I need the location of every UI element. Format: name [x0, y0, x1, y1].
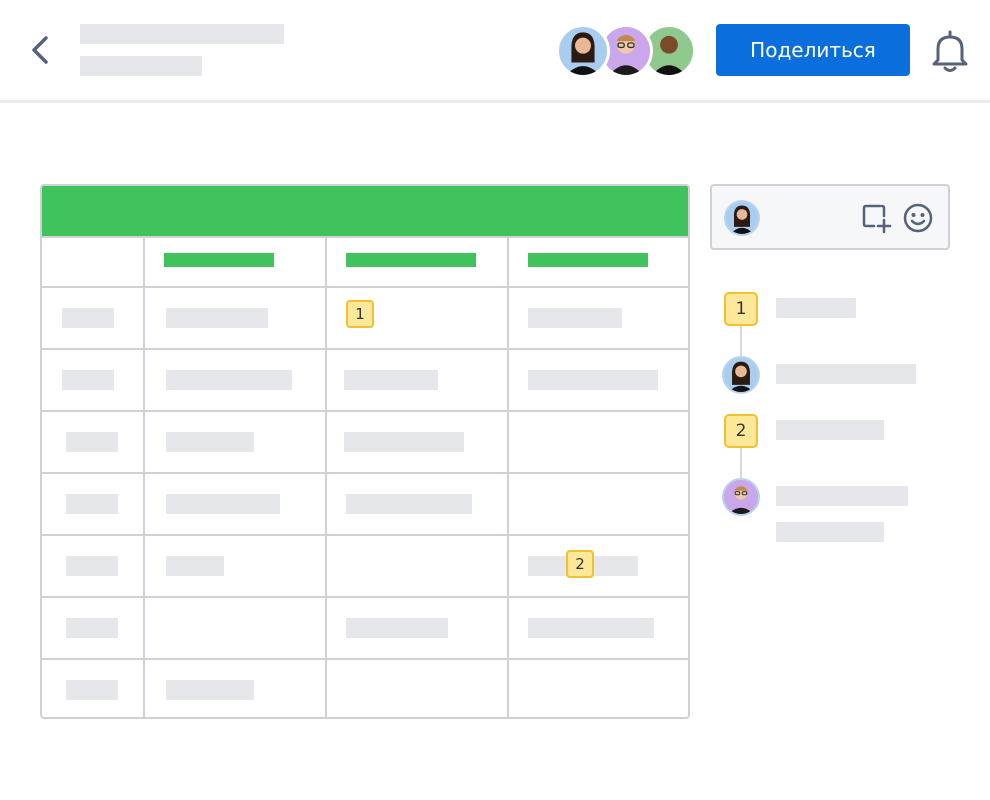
column-header[interactable]	[164, 253, 274, 267]
cell-placeholder[interactable]	[528, 308, 622, 328]
avatar[interactable]	[722, 478, 760, 516]
cell-placeholder[interactable]	[166, 370, 292, 390]
add-comment-icon[interactable]	[860, 202, 892, 234]
comment-text-placeholder	[776, 420, 884, 440]
collaborator-avatars[interactable]	[556, 24, 696, 78]
thread-marker[interactable]: 1	[724, 292, 758, 326]
emoji-icon[interactable]	[902, 202, 934, 234]
comment-text-placeholder	[776, 486, 908, 506]
grid-line	[42, 410, 688, 412]
share-button[interactable]: Поделиться	[716, 24, 910, 76]
cell-placeholder[interactable]	[66, 556, 118, 576]
comment-text-placeholder	[776, 522, 884, 542]
grid-line	[42, 658, 688, 660]
cell-placeholder[interactable]	[66, 494, 118, 514]
grid-line	[143, 238, 145, 717]
spreadsheet[interactable]: 1 2	[40, 184, 690, 719]
thread-marker[interactable]: 2	[724, 414, 758, 448]
bell-icon[interactable]	[928, 28, 972, 74]
thread-connector	[740, 448, 742, 480]
grid-line	[42, 236, 688, 238]
cell-placeholder[interactable]	[62, 308, 114, 328]
thread-connector	[740, 326, 742, 356]
grid-line	[42, 534, 688, 536]
grid-line	[325, 238, 327, 717]
cell-placeholder[interactable]	[166, 494, 280, 514]
cell-placeholder[interactable]	[66, 680, 118, 700]
cell-placeholder[interactable]	[166, 308, 268, 328]
grid-line	[42, 472, 688, 474]
comment-marker[interactable]: 2	[566, 550, 594, 578]
cell-placeholder[interactable]	[62, 370, 114, 390]
grid-line	[507, 238, 509, 717]
cell-placeholder[interactable]	[346, 618, 448, 638]
cell-placeholder[interactable]	[66, 618, 118, 638]
sheet-header-bar	[42, 186, 688, 238]
cell-placeholder[interactable]	[528, 370, 658, 390]
avatar	[724, 200, 760, 236]
header-divider	[0, 100, 990, 103]
avatar[interactable]	[556, 24, 610, 78]
column-header[interactable]	[528, 253, 648, 267]
comment-composer[interactable]	[710, 184, 950, 250]
document-title-placeholder	[80, 24, 284, 44]
cell-placeholder[interactable]	[344, 432, 464, 452]
avatar[interactable]	[722, 356, 760, 394]
cell-placeholder[interactable]	[344, 370, 438, 390]
grid-line	[42, 596, 688, 598]
document-subtitle-placeholder	[80, 56, 202, 76]
grid-line	[42, 348, 688, 350]
cell-placeholder[interactable]	[166, 432, 254, 452]
cell-placeholder[interactable]	[346, 494, 472, 514]
cell-placeholder[interactable]	[66, 432, 118, 452]
comment-marker[interactable]: 1	[346, 300, 374, 328]
comment-text-placeholder	[776, 364, 916, 384]
cell-placeholder[interactable]	[528, 618, 654, 638]
comment-text-placeholder	[776, 298, 856, 318]
cell-placeholder[interactable]	[166, 556, 224, 576]
column-header[interactable]	[346, 253, 476, 267]
cell-placeholder[interactable]	[166, 680, 254, 700]
grid-line	[42, 286, 688, 288]
chevron-left-icon[interactable]	[28, 34, 52, 66]
